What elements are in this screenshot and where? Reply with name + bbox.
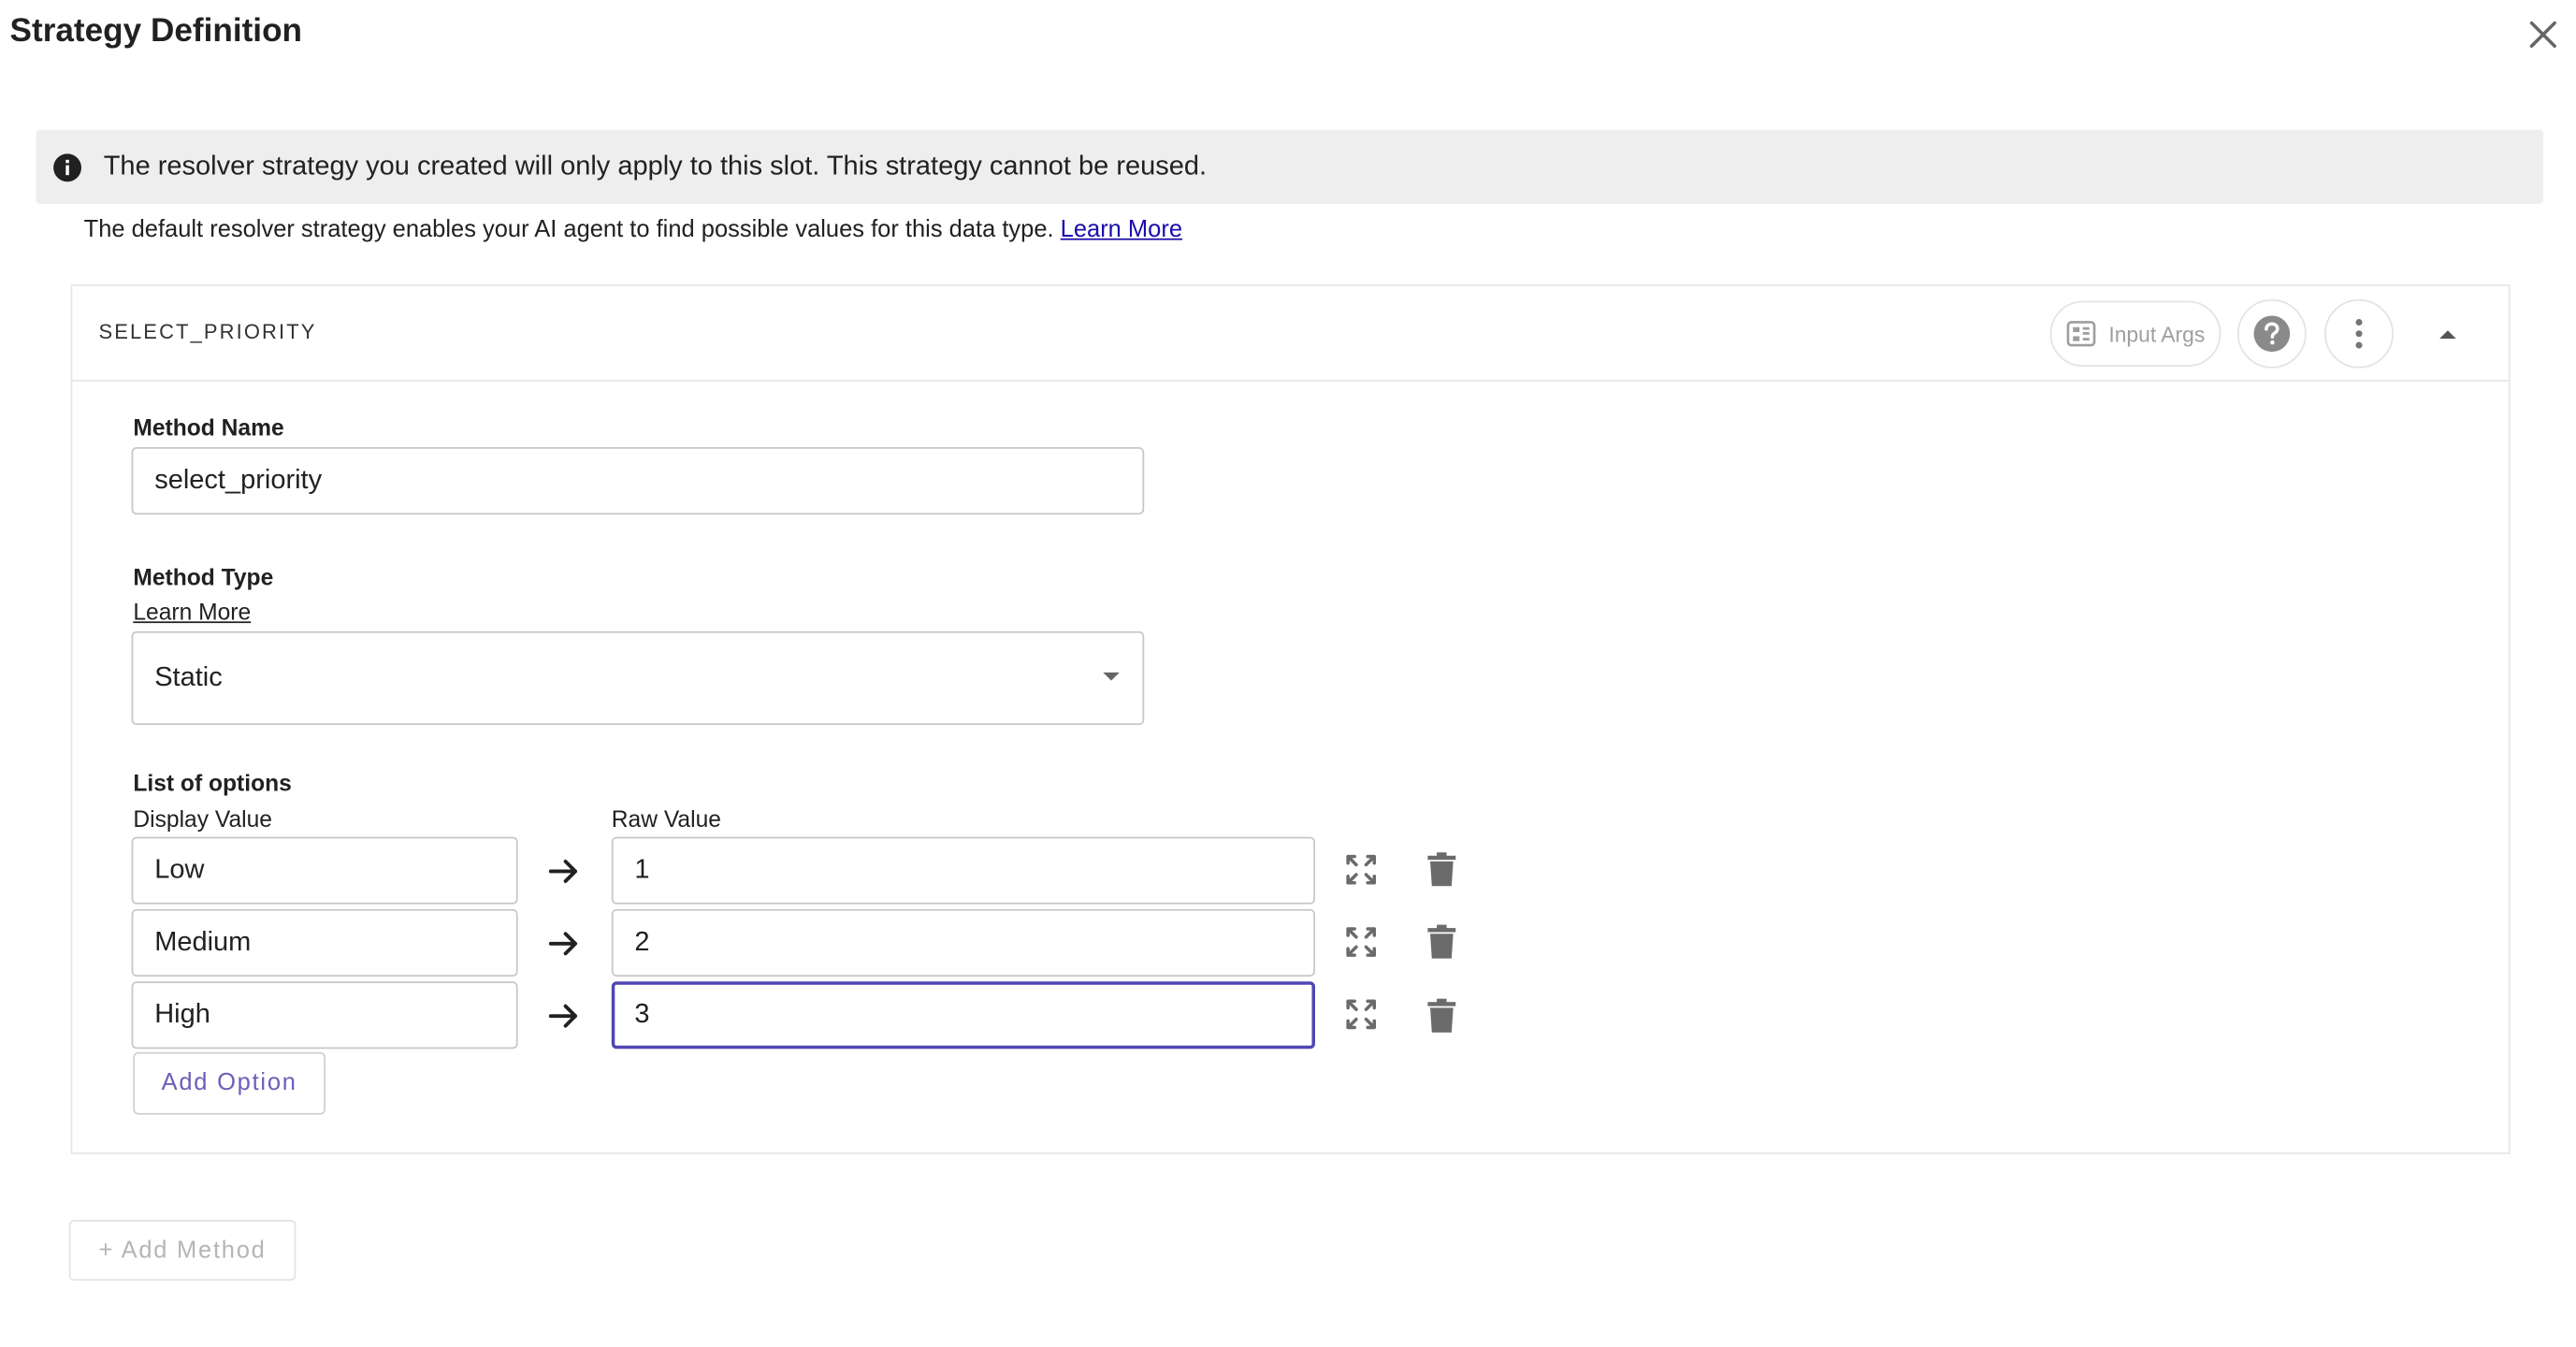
display-value-header: Display Value xyxy=(133,805,272,833)
expand-button[interactable] xyxy=(1339,920,1382,963)
arrow-right-icon xyxy=(544,924,584,963)
expand-button[interactable] xyxy=(1339,993,1382,1036)
description-text: The default resolver strategy enables yo… xyxy=(83,216,1054,244)
option-display-input[interactable] xyxy=(131,981,518,1050)
input-args-icon xyxy=(2066,321,2095,347)
chevron-up-icon xyxy=(2439,329,2456,339)
expand-icon xyxy=(1346,927,1377,957)
option-display-text[interactable] xyxy=(154,999,496,1031)
strategy-definition-dialog: Strategy Definition The resolver strateg… xyxy=(0,0,2576,1347)
close-button[interactable] xyxy=(2522,13,2565,56)
option-display-text[interactable] xyxy=(154,854,496,887)
option-raw-text[interactable] xyxy=(634,854,1293,887)
more-vertical-icon xyxy=(2355,318,2363,349)
delete-button[interactable] xyxy=(1420,920,1463,963)
add-option-button[interactable]: Add Option xyxy=(133,1051,326,1115)
trash-icon xyxy=(1427,924,1456,959)
method-type-learn-more-link[interactable]: Learn More xyxy=(133,599,251,625)
close-icon xyxy=(2529,21,2556,48)
input-args-label: Input Args xyxy=(2108,321,2206,346)
method-name-text[interactable] xyxy=(154,465,1122,497)
delete-button[interactable] xyxy=(1420,994,1463,1037)
trash-icon xyxy=(1427,852,1456,887)
more-options-button[interactable] xyxy=(2324,298,2394,369)
expand-icon xyxy=(1346,999,1377,1030)
option-display-input[interactable] xyxy=(131,836,518,905)
option-raw-text[interactable] xyxy=(634,927,1293,959)
expand-button[interactable] xyxy=(1339,848,1382,891)
help-icon xyxy=(2253,315,2291,353)
info-icon xyxy=(52,152,82,182)
option-raw-text[interactable] xyxy=(634,999,1293,1031)
method-panel: SELECT_PRIORITY Input Args Method Name s… xyxy=(70,284,2511,1154)
chevron-down-icon xyxy=(1103,672,1120,681)
method-name-input[interactable] xyxy=(131,447,1145,515)
banner-text: The resolver strategy you created will o… xyxy=(103,151,1208,181)
option-raw-input[interactable] xyxy=(611,836,1315,905)
method-name-label: Method Name xyxy=(133,413,284,442)
option-display-text[interactable] xyxy=(154,927,496,959)
dialog-title: Strategy Definition xyxy=(9,13,303,50)
add-method-button[interactable]: + Add Method xyxy=(68,1220,297,1282)
method-type-label: Method Type xyxy=(133,563,274,590)
arrow-right-icon xyxy=(544,851,584,891)
method-key: SELECT_PRIORITY xyxy=(98,320,317,344)
help-button[interactable] xyxy=(2236,298,2307,369)
arrow-right-icon xyxy=(544,996,584,1036)
option-raw-input[interactable] xyxy=(611,981,1315,1050)
collapse-button[interactable] xyxy=(2424,309,2473,358)
trash-icon xyxy=(1427,998,1456,1033)
delete-button[interactable] xyxy=(1420,848,1463,891)
option-display-input[interactable] xyxy=(131,908,518,977)
description-learn-more-link[interactable]: Learn More xyxy=(1061,217,1182,243)
description: The default resolver strategy enables yo… xyxy=(84,217,1182,243)
option-raw-input[interactable] xyxy=(611,908,1315,977)
method-panel-header[interactable]: SELECT_PRIORITY Input Args xyxy=(72,286,2509,382)
method-type-select[interactable]: Static xyxy=(131,630,1145,726)
options-list-label: List of options xyxy=(133,769,292,796)
raw-value-header: Raw Value xyxy=(611,805,721,833)
method-type-value: Static xyxy=(154,662,223,692)
expand-icon xyxy=(1346,854,1377,885)
info-banner: The resolver strategy you created will o… xyxy=(36,129,2543,204)
input-args-button[interactable]: Input Args xyxy=(2049,300,2221,367)
